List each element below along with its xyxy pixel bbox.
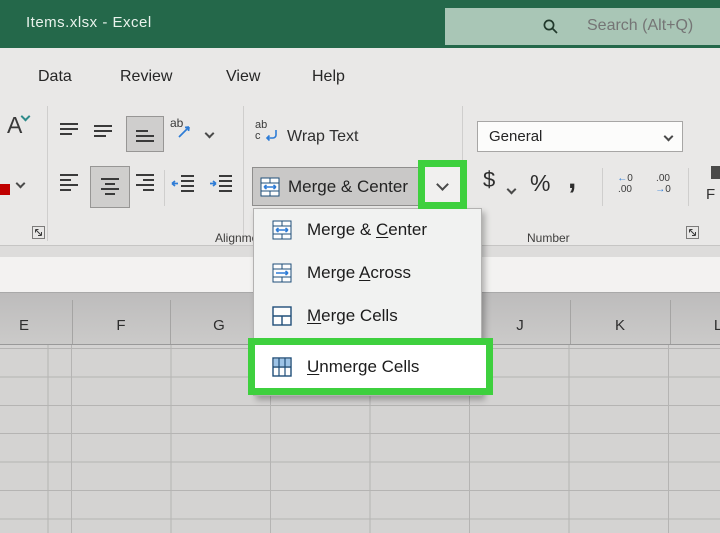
wrap-text-icon: ab c [254,119,284,149]
menu-item-label: Merge Across [307,262,411,282]
divider [602,168,603,206]
column-header-k[interactable]: K [615,315,625,337]
chevron-down-icon[interactable] [15,178,26,189]
middle-align-button[interactable] [92,120,114,140]
column-separator [72,300,73,344]
column-header-g[interactable]: G [213,315,225,337]
tab-view[interactable]: View [226,64,260,90]
number-format-dropdown[interactable]: General [477,121,683,152]
bottom-align-button[interactable] [126,116,164,152]
merge-center-icon [260,177,280,196]
search-input[interactable] [585,16,719,36]
orientation-button[interactable]: ab [170,116,200,146]
orientation-arrow-icon [178,126,190,138]
dialog-launcher-icon[interactable] [32,226,45,239]
tab-data[interactable]: Data [38,64,72,90]
window-title: Items.xlsx - Excel [26,14,152,31]
comma-format-button[interactable]: , [568,162,576,196]
align-center-icon [101,178,119,195]
column-header-e[interactable]: E [19,315,29,337]
title-bar: Items.xlsx - Excel [0,0,720,48]
menu-item-label: Merge Cells [307,305,398,325]
column-header-f[interactable]: F [116,315,125,337]
unmerge-cells-icon [272,356,292,377]
percent-format-button[interactable]: % [530,170,550,197]
tab-help[interactable]: Help [312,64,345,90]
merge-cells-icon [272,305,292,326]
bottom-align-icon [136,130,154,142]
group-divider [243,106,244,241]
partial-format-label: F [706,186,716,203]
excel-window: Items.xlsx - Excel Data Review View Help… [0,0,720,533]
divider [164,170,165,206]
menu-item-merge-cells[interactable]: Merge Cells [254,294,480,337]
divider [688,168,689,206]
decrease-decimal-button[interactable]: .00 →0 [646,173,680,195]
align-center-button[interactable] [90,166,130,208]
font-color-swatch[interactable] [0,184,10,195]
wrap-text-button[interactable]: Wrap Text [287,128,358,146]
number-format-value: General [489,128,543,145]
chevron-down-icon[interactable] [436,178,449,191]
merge-and-center-label: Merge & Center [288,176,408,196]
column-separator [570,300,571,344]
chevron-down-icon[interactable] [506,184,517,195]
search-box[interactable] [445,8,720,45]
menu-item-label: Unmerge Cells [307,356,420,376]
chevron-down-icon[interactable] [204,128,215,139]
column-separator [170,300,171,344]
increase-decimal-button[interactable]: ←0 .00 [608,173,642,195]
column-separator [670,300,671,344]
column-header-l[interactable]: L [714,315,720,337]
align-right-button[interactable] [134,172,156,194]
merge-dropdown-arrow-highlight[interactable] [418,160,467,209]
menu-item-label: Merge & Center [307,219,428,239]
search-icon [543,19,558,34]
partial-icon-fragment [711,166,720,179]
dialog-launcher-icon[interactable] [686,226,699,239]
currency-format-button[interactable]: $ [483,167,495,193]
column-header-j[interactable]: J [516,315,524,337]
merge-across-icon [272,263,292,282]
menu-item-unmerge-cells-highlight[interactable]: Unmerge Cells [248,338,493,395]
menu-item-merge-across[interactable]: Merge Across [254,251,480,294]
chevron-down-icon [663,131,674,142]
increase-indent-button[interactable] [208,173,234,195]
menu-item-merge-and-center[interactable]: Merge & Center [254,208,480,251]
align-left-button[interactable] [58,172,80,194]
top-align-button[interactable] [58,120,80,140]
group-divider [47,106,48,241]
merge-center-icon [272,220,292,239]
decrease-indent-button[interactable] [170,173,196,195]
number-group-label: Number [527,231,570,245]
tab-review[interactable]: Review [120,64,172,90]
